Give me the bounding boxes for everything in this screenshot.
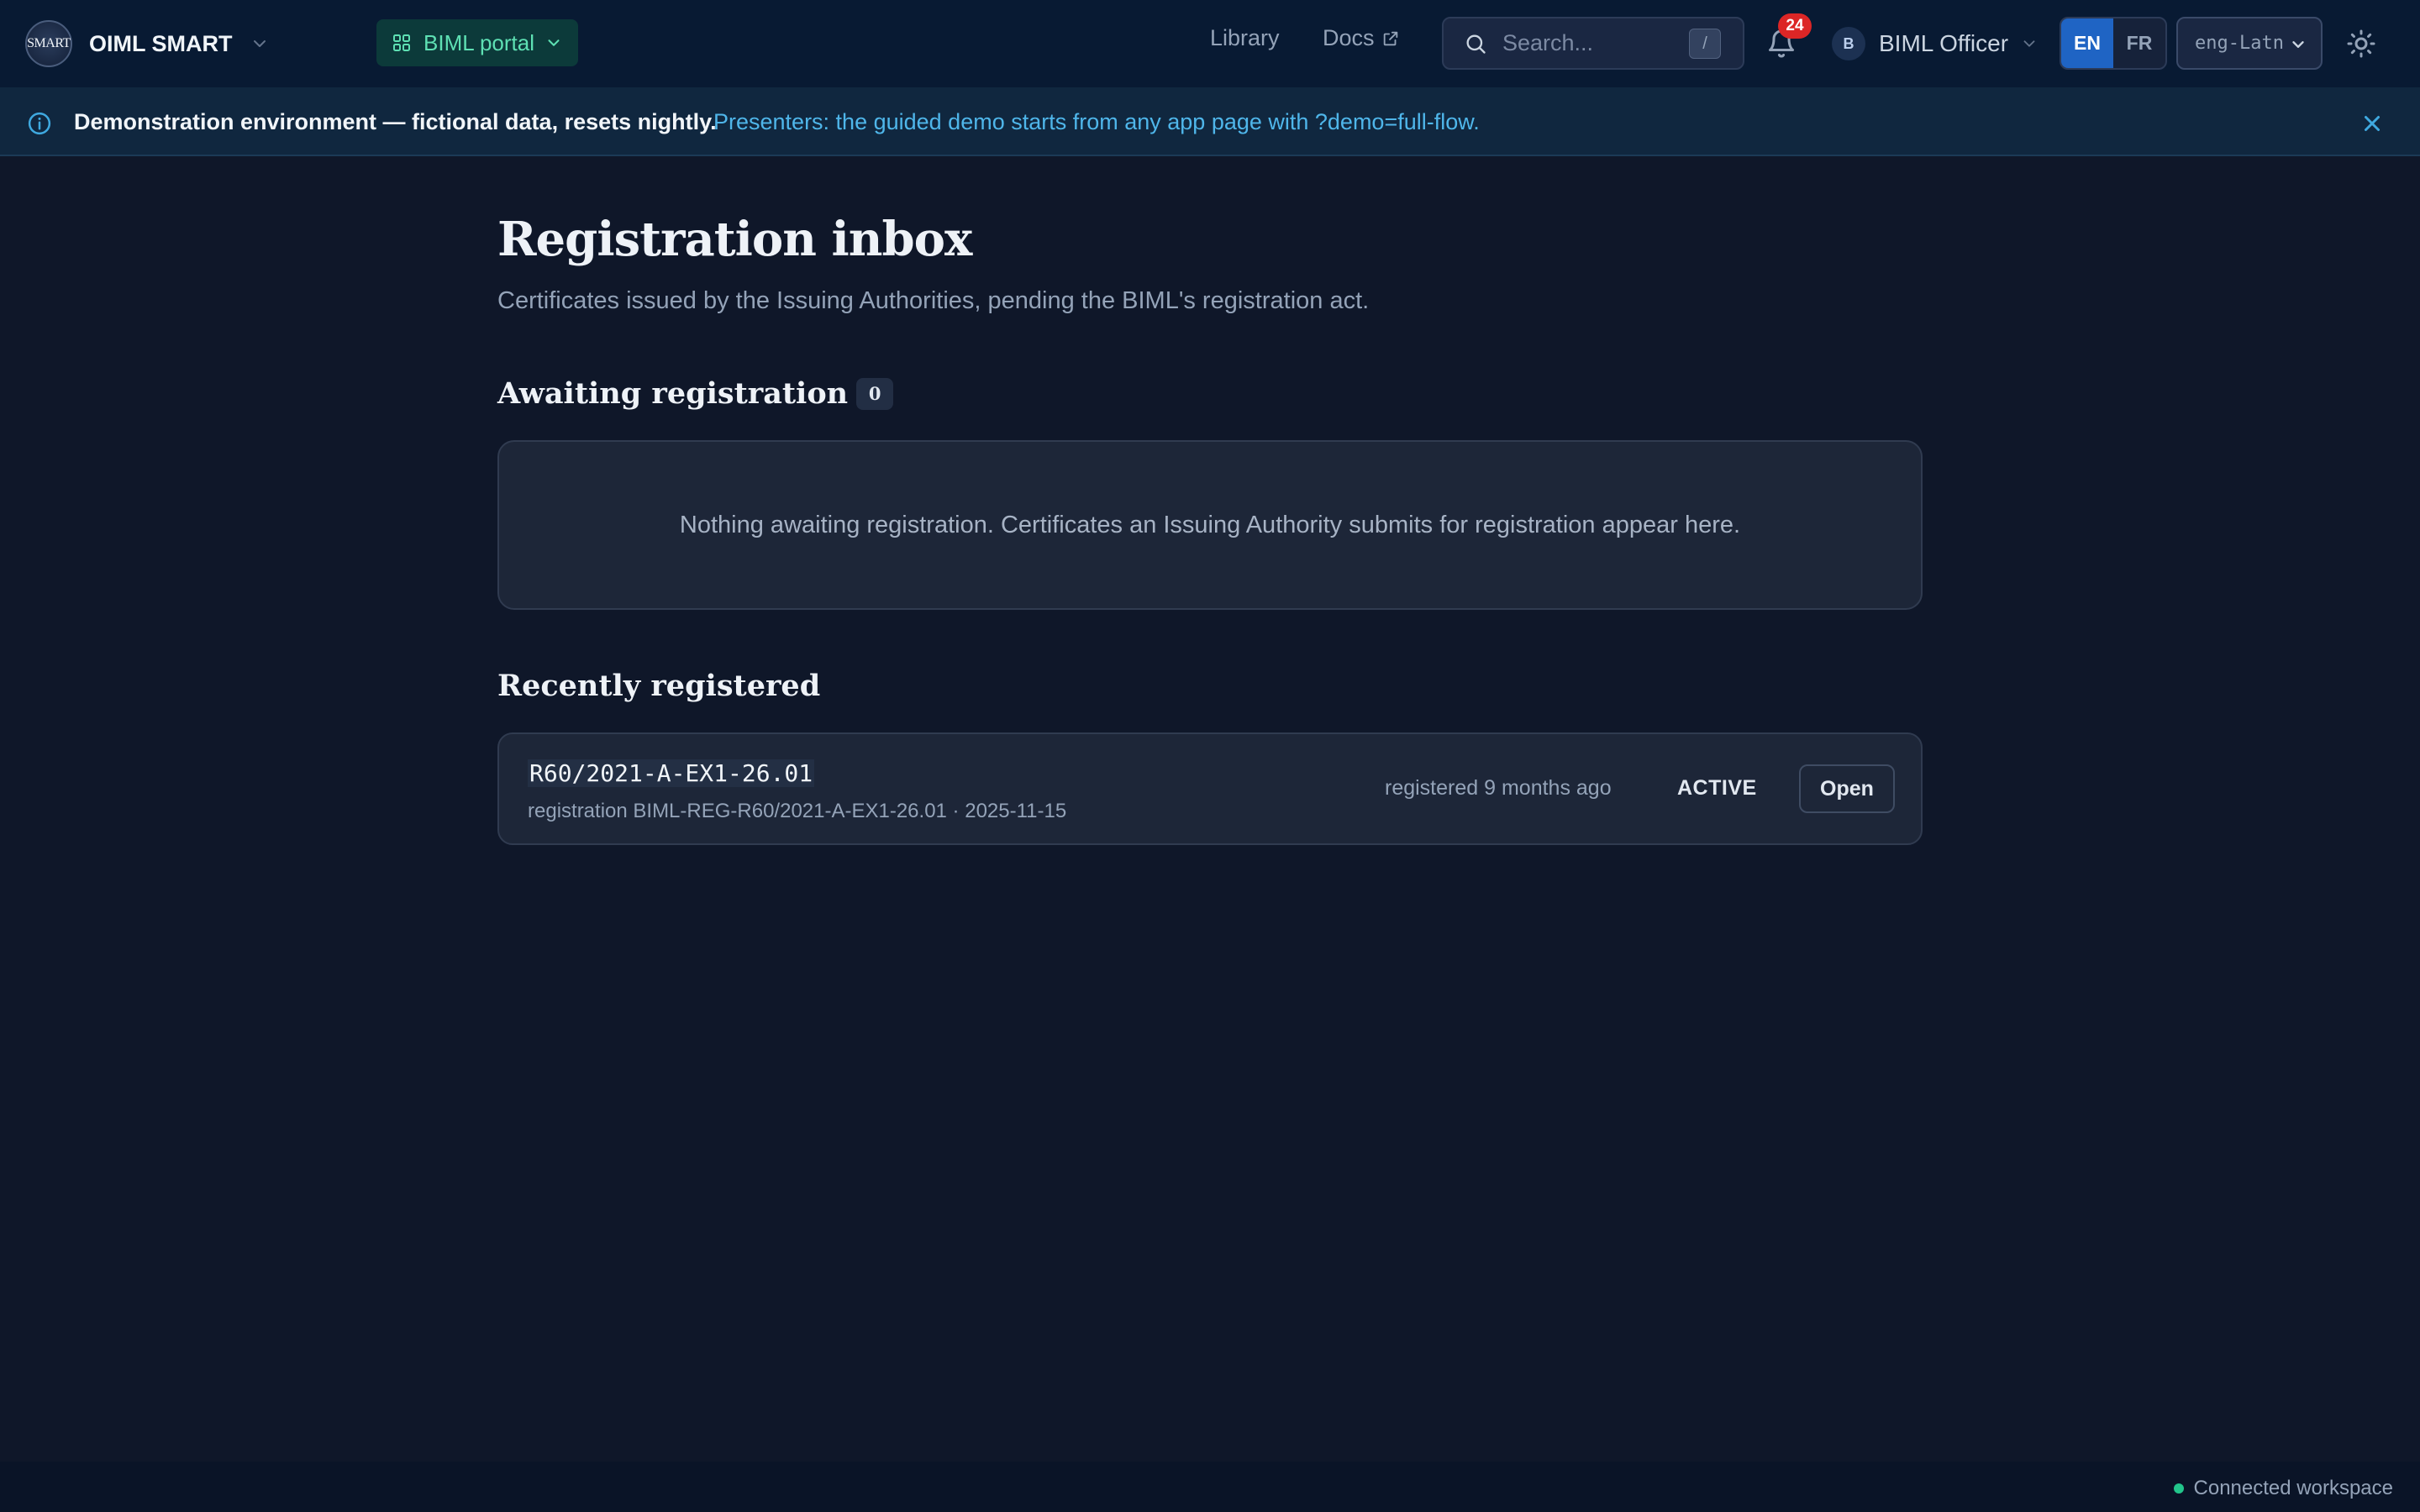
open-button[interactable]: Open [1799, 764, 1895, 813]
recent-section-title: Recently registered [497, 669, 821, 703]
brand-logo-text: SMART [27, 36, 71, 50]
status-dot [2173, 1483, 2184, 1494]
portal-switcher-button[interactable]: BIML portal [376, 19, 578, 66]
chevron-down-icon [2023, 40, 2035, 47]
connection-status-text: Connected workspace [2193, 1477, 2393, 1499]
grid-icon [393, 34, 410, 51]
page-subtitle: Certificates issued by the Issuing Autho… [497, 287, 1370, 314]
nav-docs-link[interactable]: Docs [1323, 25, 1400, 51]
awaiting-section-title: Awaiting registration [497, 376, 849, 411]
script-select[interactable]: eng-Latn [2176, 17, 2323, 70]
language-button-fr[interactable]: FR [2113, 18, 2165, 68]
demo-banner: Demonstration environment — fictional da… [0, 87, 2420, 156]
awaiting-empty-state: Nothing awaiting registration. Certifica… [497, 440, 1923, 610]
connection-status: Connected workspace [2173, 1477, 2393, 1500]
brand-switcher[interactable]: SMART OIML SMART [25, 20, 270, 67]
close-icon[interactable] [2360, 111, 2385, 136]
banner-message: Demonstration environment — fictional da… [74, 109, 717, 134]
language-toggle: EN FR [2060, 17, 2167, 70]
search-shortcut-key: / [1689, 29, 1721, 59]
footer: Connected workspace [0, 1462, 2420, 1512]
page-title: Registration inbox [497, 212, 972, 267]
user-name: BIML Officer [1879, 30, 2009, 56]
nav-library-link[interactable]: Library [1210, 25, 1280, 51]
status-badge: ACTIVE [1677, 776, 1757, 800]
script-select-value: eng-Latn [2195, 33, 2284, 54]
certificate-id: R60/2021-A-EX1-26.01 [528, 759, 815, 787]
language-button-en[interactable]: EN [2061, 18, 2113, 68]
search-input[interactable]: Search... / [1442, 17, 1744, 70]
external-link-icon [1383, 31, 1397, 45]
nav-docs-label: Docs [1323, 25, 1375, 50]
search-placeholder: Search... [1502, 30, 1594, 55]
notification-count-badge: 24 [1778, 13, 1812, 39]
chevron-down-icon [548, 39, 560, 46]
brand-name: OIML SMART [89, 30, 233, 56]
top-bar: SMART OIML SMART BIML portal Library Doc… [0, 0, 2420, 87]
list-item: R60/2021-A-EX1-26.01 registration BIML-R… [497, 732, 1923, 845]
awaiting-section-heading: Awaiting registration 0 [497, 376, 894, 411]
chevron-down-icon [253, 40, 266, 47]
sun-icon[interactable] [2346, 29, 2376, 59]
chevron-down-icon [2292, 41, 2304, 48]
avatar: B [1832, 27, 1865, 60]
registered-time: registered 9 months ago [1385, 776, 1612, 800]
portal-label: BIML portal [424, 29, 534, 55]
brand-logo: SMART [25, 20, 72, 67]
info-icon [28, 112, 51, 135]
user-menu[interactable]: B BIML Officer [1832, 25, 2039, 62]
awaiting-count-badge: 0 [856, 377, 894, 410]
registration-meta: registration BIML-REG-R60/2021-A-EX1-26.… [528, 800, 1067, 822]
banner-presenter-note: Presenters: the guided demo starts from … [713, 109, 1480, 134]
recent-section-heading: Recently registered [497, 669, 820, 703]
search-icon [1466, 34, 1486, 54]
empty-state-message: Nothing awaiting registration. Certifica… [679, 511, 1741, 538]
